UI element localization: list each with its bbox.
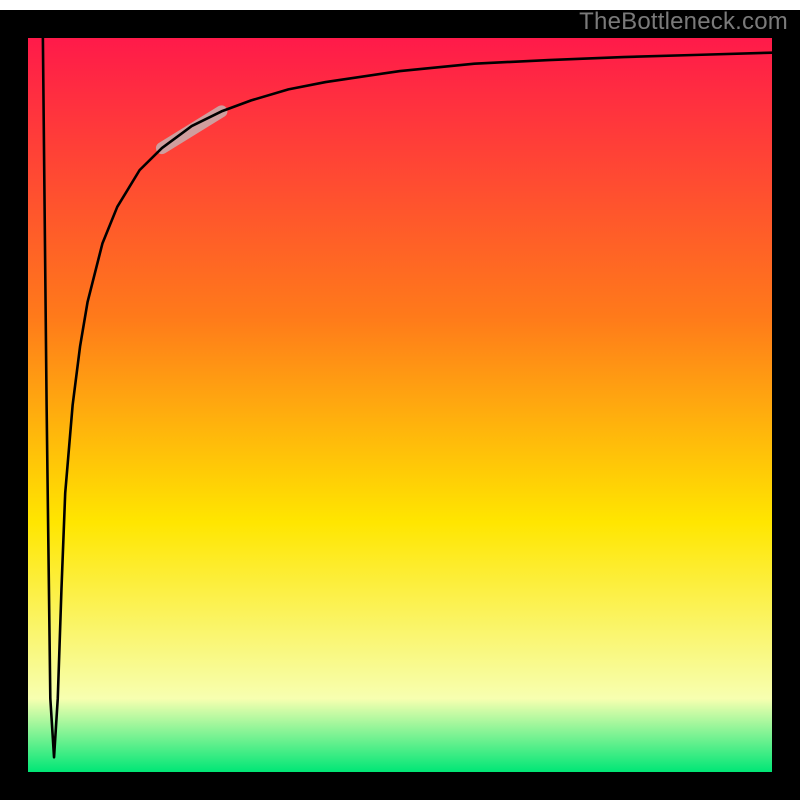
- bottleneck-chart: TheBottleneck.com: [0, 0, 800, 800]
- plot-background: [28, 38, 772, 772]
- chart-svg: [0, 0, 800, 800]
- attribution-label: TheBottleneck.com: [579, 8, 788, 36]
